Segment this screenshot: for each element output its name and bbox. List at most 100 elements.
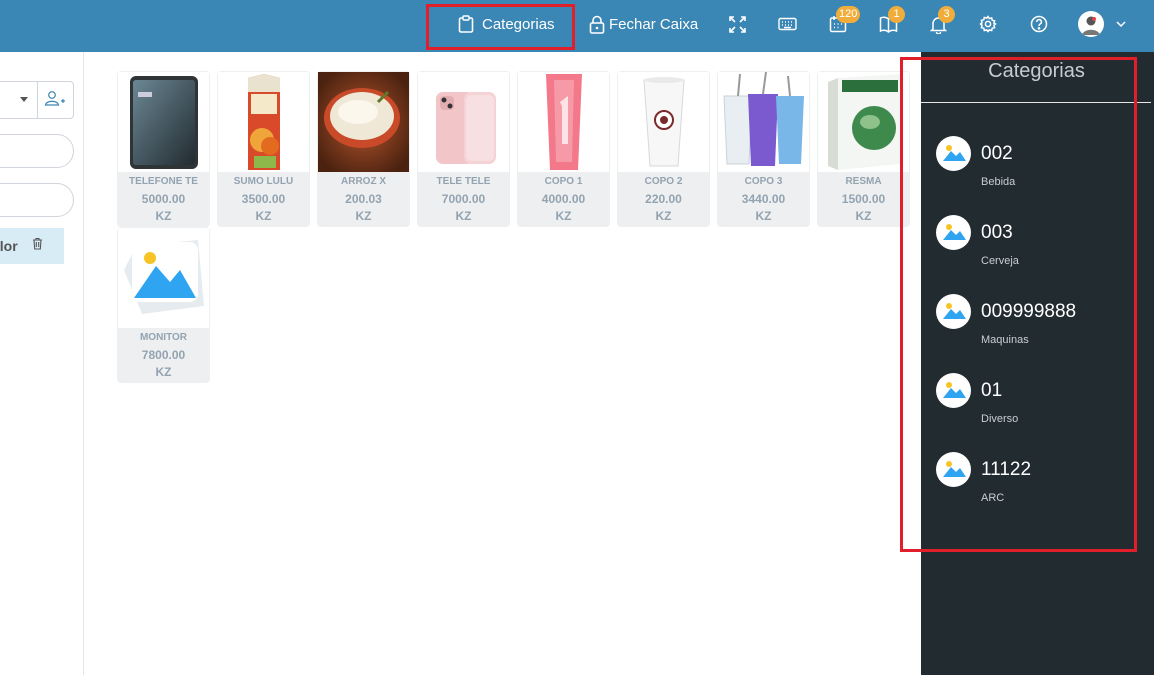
sidebar-title: Categorias [988,60,1085,82]
search-input[interactable] [0,134,74,168]
product-price: 220.00 [645,192,682,206]
chevron-down-icon [1116,20,1126,28]
calendar-badge: 120 [836,6,861,23]
product-price: 5000.00 [141,192,186,206]
juice-carton-image [218,72,309,172]
product-price: 3440.00 [741,192,786,206]
product-currency: KZ [855,209,872,223]
product-card[interactable]: COPO 3 3440.00 KZ [717,71,810,227]
rice-bowl-image [318,72,409,172]
product-card[interactable]: MONITOR 7800.00 KZ [117,227,210,383]
book-button[interactable]: 1 [879,0,905,48]
product-price: 4000.00 [541,192,586,206]
product-name: COPO 3 [744,176,783,187]
product-name: ARROZ X [341,176,386,187]
avatar [1078,11,1104,37]
valor-label: alor [0,238,18,254]
plastic-tumblers-image [718,72,809,172]
product-name: RESMA [845,176,882,187]
product-card[interactable]: ARROZ X 200.03 KZ [317,71,410,227]
product-price: 1500.00 [841,192,886,206]
valor-row[interactable]: alor [0,228,64,264]
left-panel: alor [0,52,84,675]
image-placeholder-icon [936,294,971,329]
image-placeholder-icon [936,215,971,250]
settings-button[interactable] [979,0,997,48]
trash-icon[interactable] [32,237,43,255]
book-badge: 1 [888,6,905,23]
product-price: 3500.00 [241,192,286,206]
product-currency: KZ [255,209,272,223]
product-currency: KZ [155,365,172,379]
category-name: Cerveja [981,255,1019,267]
product-card[interactable]: COPO 1 4000.00 KZ [517,71,610,227]
product-price: 7800.00 [141,348,186,362]
barcode-input[interactable] [0,183,74,217]
question-icon [1030,15,1048,33]
product-card[interactable]: RESMA 1500.00 KZ [817,71,910,227]
category-item[interactable]: 003 Cerveja [936,215,1136,285]
client-select[interactable] [0,81,38,119]
product-name: TELEFONE TE [129,176,198,187]
category-name: ARC [981,492,1005,504]
expand-icon [729,15,746,33]
product-currency: KZ [555,209,572,223]
product-price: 200.03 [345,192,382,206]
add-client-button[interactable] [37,81,74,119]
product-name: COPO 2 [644,176,683,187]
fullscreen-button[interactable] [729,0,746,48]
category-name: Bebida [981,176,1016,188]
pink-cup-image [518,72,609,172]
image-placeholder-icon [118,228,209,328]
keyboard-button[interactable] [778,0,797,48]
gear-icon [979,15,997,33]
image-placeholder-icon [936,373,971,408]
product-name: MONITOR [139,332,188,343]
lock-icon [589,15,605,34]
product-currency: KZ [655,209,672,223]
add-user-icon [44,90,68,111]
fechar-caixa-label: Fechar Caixa [609,15,699,33]
white-cup-image [618,72,709,172]
product-name: COPO 1 [544,176,583,187]
help-button[interactable] [1030,0,1048,48]
bell-badge: 3 [938,6,955,23]
category-item[interactable]: 01 Diverso [936,373,1136,443]
image-placeholder-icon [936,452,971,487]
divider [921,102,1151,103]
product-card[interactable]: COPO 2 220.00 KZ [617,71,710,227]
keyboard-icon [778,17,797,31]
fechar-caixa-button[interactable]: Fechar Caixa [589,0,698,48]
categories-sidebar: Categorias 002 Bebida 003 Cerveja 009999… [921,52,1154,675]
category-name: Diverso [981,413,1019,425]
category-code: 11122 [981,459,1032,480]
categorias-label: Categorias [482,15,555,33]
product-name: SUMO LULU [233,176,294,187]
paper-ream-image [818,72,909,172]
phone-image [118,72,209,172]
product-currency: KZ [455,209,472,223]
notifications-button[interactable]: 3 [930,0,955,48]
caret-down-icon [20,97,28,102]
image-placeholder-icon [936,136,971,171]
categorias-button[interactable]: Categorias [458,0,555,48]
product-card[interactable]: TELEFONE TE 5000.00 KZ [117,71,210,227]
category-name: Maquinas [981,334,1029,346]
category-item[interactable]: 002 Bebida [936,136,1136,206]
product-name: TELE TELE [436,176,491,187]
category-item[interactable]: 11122 ARC [936,452,1136,522]
product-currency: KZ [155,209,172,223]
product-currency: KZ [755,209,772,223]
category-code: 003 [981,222,1013,243]
product-card[interactable]: TELE TELE 7000.00 KZ [417,71,510,227]
category-item[interactable]: 009999888 Maquinas [936,294,1136,364]
product-card[interactable]: SUMO LULU 3500.00 KZ [217,71,310,227]
calendar-button[interactable]: 120 [829,0,861,48]
category-code: 009999888 [981,301,1077,322]
product-currency: KZ [355,209,372,223]
top-bar: Categorias Fechar Caixa 120 1 3 [0,0,1154,52]
category-code: 002 [981,143,1013,164]
clipboard-icon [458,15,474,33]
user-menu[interactable] [1078,0,1126,48]
iphone-image [418,72,509,172]
